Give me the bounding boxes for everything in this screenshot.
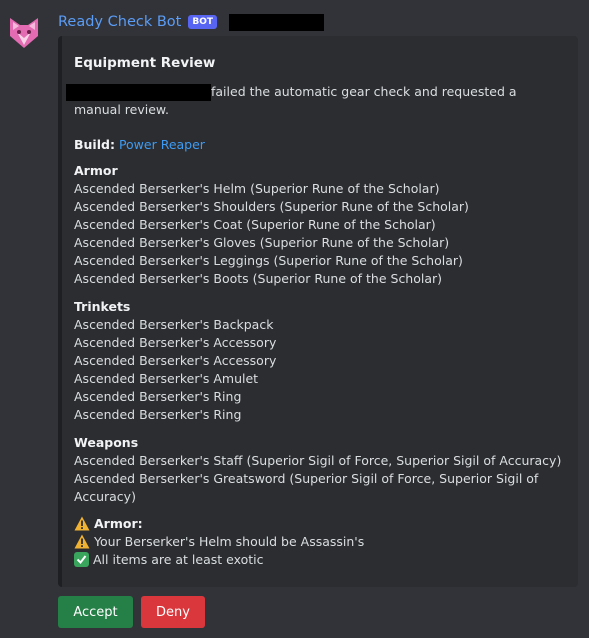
trinket-item: Ascended Berserker's Amulet: [74, 371, 259, 386]
equipment-embed: Equipment Review failed the automatic ge…: [58, 36, 578, 587]
armor-item: Ascended Berserker's Boots (Superior Run…: [74, 271, 443, 286]
exotic-ok-text: All items are at least exotic: [93, 552, 264, 567]
trinkets-heading: Trinkets: [74, 299, 131, 314]
build-label: Build:: [74, 137, 115, 152]
message-header: Ready Check Bot BOT: [58, 12, 324, 32]
redacted-mention: [229, 13, 324, 31]
armor-item: Ascended Berserker's Coat (Superior Rune…: [74, 217, 436, 232]
bot-badge: BOT: [188, 15, 217, 29]
check-heading: Armor:: [94, 516, 143, 531]
embed-title: Equipment Review: [74, 55, 216, 71]
trinket-item: Ascended Berserker's Backpack: [74, 317, 274, 332]
build-line: Build: Power Reaper: [74, 136, 205, 154]
helm-warning-text: Your Berserker's Helm should be Assassin…: [94, 534, 365, 549]
trinket-item: Ascended Berserker's Accessory: [74, 353, 277, 368]
trinket-item: Ascended Berserker's Accessory: [74, 335, 277, 350]
weapons-heading: Weapons: [74, 435, 139, 450]
armor-item: Ascended Berserker's Leggings (Superior …: [74, 253, 463, 268]
build-link[interactable]: Power Reaper: [119, 137, 205, 152]
warning-icon: [74, 516, 90, 531]
armor-item: Ascended Berserker's Shoulders (Superior…: [74, 199, 469, 214]
weapon-item: Ascended Berserker's Staff (Superior Sig…: [74, 453, 562, 468]
check-mark-icon: [74, 552, 89, 567]
weapon-item: Ascended Berserker's Greatsword (Superio…: [74, 471, 539, 504]
bot-username[interactable]: Ready Check Bot: [58, 14, 181, 30]
check-section: Armor: Your Berserker's Helm should be A…: [74, 515, 364, 569]
armor-section: Armor Ascended Berserker's Helm (Superio…: [74, 162, 469, 288]
action-row: Accept Deny: [58, 596, 205, 628]
trinket-item: Ascended Berserker's Ring: [74, 407, 242, 422]
embed-description: failed the automatic gear check and requ…: [66, 83, 560, 119]
accept-button[interactable]: Accept: [58, 596, 133, 628]
warning-icon: [74, 534, 90, 549]
bot-avatar[interactable]: [4, 12, 44, 52]
armor-item: Ascended Berserker's Gloves (Superior Ru…: [74, 235, 450, 250]
weapons-section: Weapons Ascended Berserker's Staff (Supe…: [74, 434, 561, 506]
trinket-item: Ascended Berserker's Ring: [74, 389, 242, 404]
armor-item: Ascended Berserker's Helm (Superior Rune…: [74, 181, 440, 196]
pink-cat-icon: [10, 18, 38, 48]
redacted-user: [66, 84, 211, 101]
deny-button[interactable]: Deny: [141, 596, 205, 628]
trinkets-section: Trinkets Ascended Berserker's Backpack A…: [74, 298, 276, 424]
armor-heading: Armor: [74, 163, 118, 178]
